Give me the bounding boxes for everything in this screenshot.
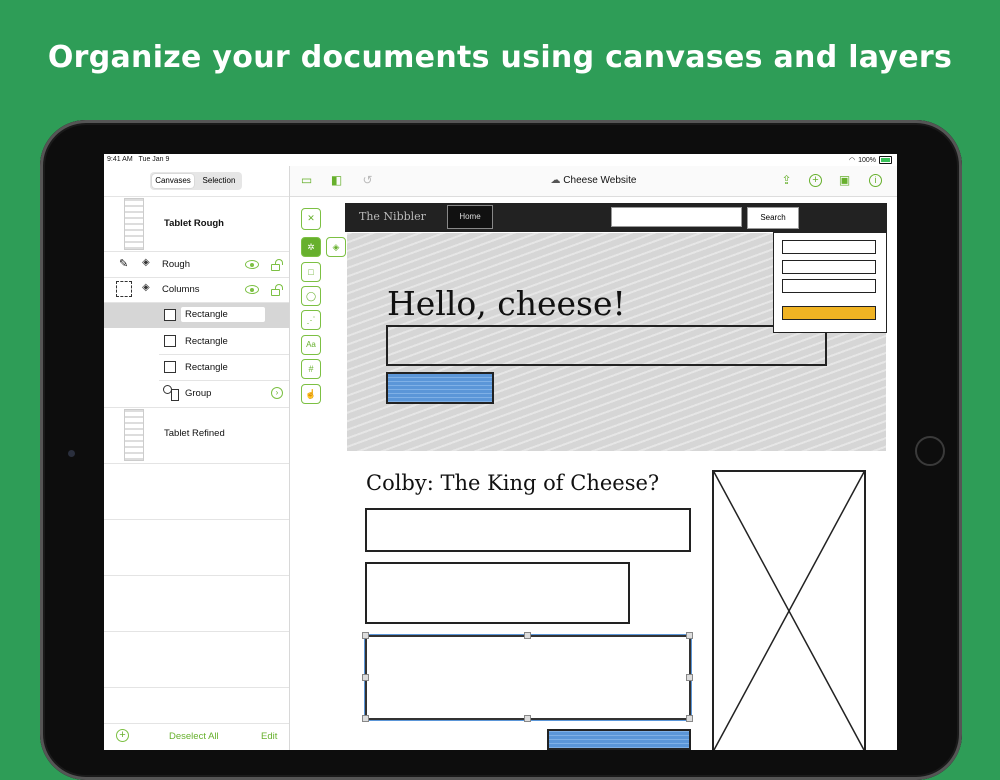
line-tool-icon[interactable]: ⋰ — [301, 310, 321, 330]
battery-icon — [879, 156, 892, 164]
ellipse-tool-icon[interactable]: ◯ — [301, 286, 321, 306]
home-button[interactable] — [915, 436, 945, 466]
selection-icon — [116, 281, 132, 297]
item-label: Rectangle — [185, 336, 228, 347]
canvas-name[interactable]: Tablet Rough — [164, 218, 224, 229]
layer-row[interactable]: ◈ Columns — [104, 277, 289, 302]
layers-icon: ◈ — [142, 282, 150, 293]
layer-label: Columns — [162, 284, 200, 295]
stencil-tool-icon[interactable]: ◈ — [326, 237, 346, 257]
status-time: 9:41 AM — [107, 156, 133, 163]
resize-handle[interactable] — [524, 632, 531, 639]
mock-section-title: Colby: The King of Cheese? — [366, 471, 660, 495]
segment-selection[interactable]: Selection — [198, 174, 240, 188]
list-item[interactable]: Rectangle — [104, 329, 289, 354]
resize-handle[interactable] — [524, 715, 531, 722]
layer-label: Rough — [162, 259, 190, 270]
cloud-icon: ☁ — [550, 175, 561, 186]
status-date: Tue Jan 9 — [138, 156, 170, 163]
mock-dropdown-button — [782, 306, 876, 320]
sidebar: Canvases Selection Tablet Rough ✎ ◈ Roug… — [104, 166, 290, 750]
deselect-all-button[interactable]: Deselect All — [169, 731, 219, 742]
unlock-icon[interactable] — [271, 284, 283, 296]
canvas-thumbnail[interactable] — [124, 409, 144, 461]
resize-handle[interactable] — [686, 674, 693, 681]
canvas-thumbnail[interactable] — [124, 198, 144, 250]
close-tools-icon[interactable]: ✕ — [301, 208, 321, 230]
mock-hero-title: Hello, cheese! — [387, 284, 626, 323]
plus-icon[interactable]: + — [116, 729, 129, 742]
chevron-right-icon[interactable]: › — [271, 387, 283, 399]
navigation-bar: ▭ ◧ ↺ ☁ Cheese Website ⇪ + ▣ i — [290, 166, 897, 197]
info-icon[interactable]: i — [869, 174, 882, 187]
rectangle-icon — [164, 335, 176, 347]
grid-tool-icon[interactable]: # — [301, 359, 321, 379]
item-label: Rectangle — [185, 362, 228, 373]
mock-site-name: The Nibbler — [359, 210, 426, 223]
share-icon[interactable]: ⇪ — [780, 174, 793, 187]
resize-handle[interactable] — [686, 632, 693, 639]
unlock-icon[interactable] — [271, 259, 283, 271]
item-label: Group — [185, 388, 212, 399]
placeholder-cross-icon — [714, 472, 864, 750]
add-icon[interactable]: + — [809, 174, 822, 187]
item-label: Rectangle — [181, 307, 265, 322]
pencil-icon: ✎ — [119, 258, 129, 270]
segmented-control: Canvases Selection — [150, 172, 242, 190]
select-tool-icon[interactable]: ✲ — [301, 237, 321, 257]
mock-image-placeholder — [712, 470, 866, 750]
hand-tool-icon[interactable]: ☝ — [301, 384, 321, 404]
edit-button[interactable]: Edit — [261, 731, 277, 742]
mock-content-button — [547, 729, 691, 750]
list-item[interactable]: Group › — [104, 381, 289, 406]
mock-search-field — [611, 207, 742, 227]
resize-handle[interactable] — [362, 632, 369, 639]
mock-hero-button — [386, 372, 494, 404]
eye-icon[interactable] — [245, 260, 259, 269]
app-screen: 9:41 AM Tue Jan 9 ◠ 100% Canvases Select… — [104, 154, 897, 750]
mock-content-box — [365, 508, 691, 552]
list-item[interactable]: Rectangle — [104, 303, 289, 328]
camera-icon — [68, 450, 75, 457]
mock-dropdown-field — [782, 279, 876, 293]
battery-percent: 100% — [858, 156, 876, 164]
mock-content-box — [365, 562, 630, 624]
layers-icon: ◈ — [142, 257, 150, 268]
text-tool-icon[interactable]: Aa — [301, 335, 321, 355]
rectangle-tool-icon[interactable]: □ — [301, 262, 321, 282]
segment-canvases[interactable]: Canvases — [152, 174, 194, 188]
resize-handle[interactable] — [362, 715, 369, 722]
mock-home-tab: Home — [447, 205, 493, 229]
mock-selected-rectangle[interactable] — [364, 634, 692, 721]
eye-icon[interactable] — [245, 285, 259, 294]
mock-search-button: Search — [747, 207, 799, 229]
mock-dropdown-field — [782, 260, 876, 274]
resize-handle[interactable] — [686, 715, 693, 722]
list-item[interactable]: Rectangle — [104, 355, 289, 380]
status-bar: 9:41 AM Tue Jan 9 ◠ 100% — [104, 154, 897, 166]
document-title: ☁ Cheese Website — [550, 175, 637, 186]
headline: Organize your documents using canvases a… — [47, 40, 953, 75]
wifi-icon: ◠ — [848, 157, 856, 164]
rectangle-icon — [164, 309, 176, 321]
rectangle-icon — [164, 361, 176, 373]
resize-handle[interactable] — [362, 674, 369, 681]
mock-dropdown-field — [782, 240, 876, 254]
mock-hero-input — [386, 325, 827, 366]
image-icon[interactable]: ▣ — [838, 174, 851, 187]
canvas-name[interactable]: Tablet Refined — [164, 428, 225, 439]
sidebar-toolbar: + Deselect All Edit — [104, 723, 289, 750]
layer-row[interactable]: ✎ ◈ Rough — [104, 252, 289, 277]
